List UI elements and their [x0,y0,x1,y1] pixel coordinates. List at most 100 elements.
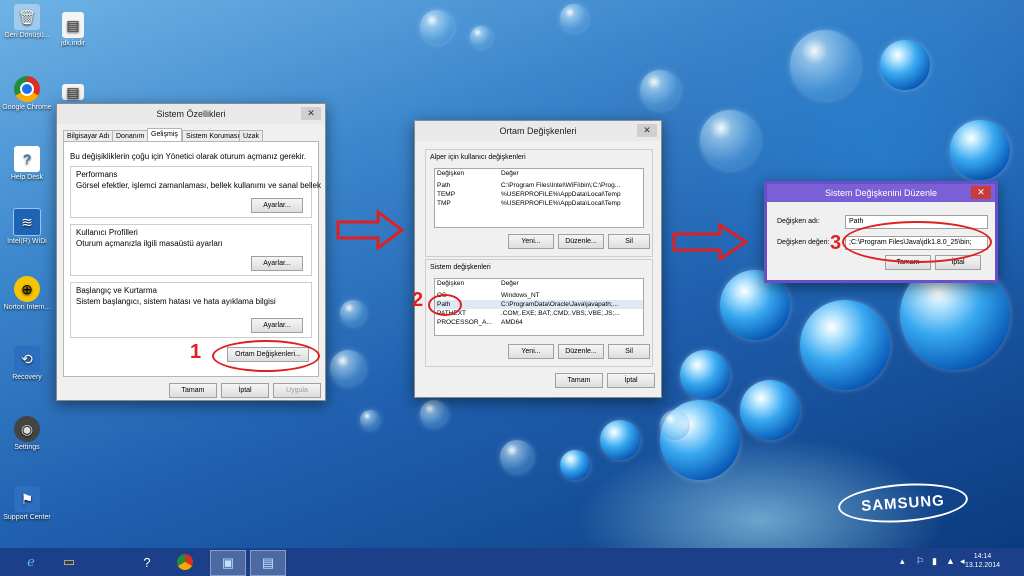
system-icon[interactable]: ▣ [210,550,246,576]
cancel-button[interactable]: İptal [607,373,655,388]
bubble-decoration [420,10,454,44]
var-value: .COM;.EXE;.BAT;.CMD;.VBS;.VBE;.JS;... [501,310,620,317]
bubble-decoration [640,70,680,110]
titlebar[interactable]: Sistem Özellikleri ✕ [57,104,325,124]
volume-icon[interactable]: ◂ [960,556,965,567]
desktop-icon-recovery[interactable]: ⟲ Recovery [2,346,52,382]
list-header: Değişken Değer [435,169,643,178]
environment-variables-window: Ortam Değişkenleri ✕ Alper için kullanıc… [414,120,662,398]
desktop-icon-norton[interactable]: ⊕ Norton Intern... [2,276,52,312]
bubble-decoration [700,110,760,170]
bubble-decoration [360,410,380,430]
system-edit-button[interactable]: Düzenle... [558,344,604,359]
desktop-icon-chrome[interactable]: Google Chrome [2,76,52,112]
system-new-button[interactable]: Yeni... [508,344,554,359]
norton-icon: ⊕ [14,276,40,302]
column-header-value[interactable]: Değer [501,279,643,288]
desktop-icon-recycle-bin[interactable]: 🗑 Geri Dönüşü... [2,4,52,40]
var-value: Windows_NT [501,292,540,299]
bubble-decoration [420,400,448,428]
titlebar[interactable]: Sistem Değişkenini Düzenle ✕ [767,184,995,202]
chrome-icon[interactable] [168,550,202,574]
annotation-number-3: 3 [830,232,842,254]
startup-settings-button[interactable]: Ayarlar... [251,318,303,333]
group-title: Alper için kullanıcı değişkenleri [430,154,526,161]
desktop-icon-label: Recovery [12,374,42,381]
close-button[interactable]: ✕ [637,124,657,137]
bubble-decoration [880,40,930,90]
user-new-button[interactable]: Yeni... [508,234,554,249]
cancel-button[interactable]: İptal [221,383,269,398]
close-button[interactable]: ✕ [301,107,321,120]
list-item[interactable]: TEMP %USERPROFILE%\AppData\Local\Temp [435,190,643,199]
samsung-logo: SAMSUNG [836,479,970,527]
flag-icon[interactable]: ⚐ [916,556,924,567]
active-window-icon[interactable]: ▤ [250,550,286,576]
titlebar[interactable]: Ortam Değişkenleri ✕ [415,121,661,141]
desktop-icon-widi[interactable]: ≋ Intel(R) WiDi [2,208,52,246]
system-delete-button[interactable]: Sil [608,344,650,359]
bubble-decoration [740,380,800,440]
user-variables-list[interactable]: Değişken Değer Path C:\Program Files\Int… [434,168,644,228]
annotation-number-2: 2 [412,289,424,311]
desktop-icon-label: Geri Dönüşü... [4,32,50,39]
bubble-decoration [950,120,1010,180]
desktop-icon-help-desk[interactable]: ? Help Desk [2,146,52,182]
column-header-variable[interactable]: Değişken [435,169,501,178]
window-title: Sistem Özellikleri [156,109,226,119]
apply-button[interactable]: Uygula [273,383,321,398]
desktop-icon-label: Google Chrome [2,104,52,111]
clock-date: 13.12.2014 [964,562,1000,569]
ie-icon[interactable]: ℯ [14,550,48,574]
bubble-decoration [790,30,860,100]
column-header-value[interactable]: Değer [501,169,643,178]
user-edit-button[interactable]: Düzenle... [558,234,604,249]
bubble-decoration [660,410,690,440]
performance-settings-button[interactable]: Ayarlar... [251,198,303,213]
red-arrow-icon [336,209,405,251]
list-item[interactable]: OS Windows_NT [435,291,643,300]
list-item[interactable]: PROCESSOR_A... AMD64 [435,318,643,327]
ok-button[interactable]: Tamam [169,383,217,398]
close-button[interactable]: ✕ [971,186,991,199]
clock[interactable]: 14:14 13.12.2014 [965,552,1000,570]
tray-chevron-icon[interactable]: ▴ [900,556,905,567]
list-item[interactable]: Path C:\Program Files\Intel\WiFi\bin\;C:… [435,181,643,190]
battery-icon[interactable]: ▮ [932,556,937,567]
window-title: Ortam Değişkenleri [499,126,577,136]
desktop-icon-file[interactable]: ▤ [48,84,98,102]
window-title: Sistem Değişkenini Düzenle [824,188,938,198]
list-header: Değişken Değer [435,279,643,288]
taskbar: ℯ ▭ ? ▣ ▤ ▴ ⚐ ▮ ▲ ◂ 14:14 13.12.2014 [0,548,1024,576]
explorer-icon[interactable]: ▭ [52,550,86,574]
user-profiles-group: Kullanıcı Profilleri Oturum açmanızla il… [70,224,312,276]
group-title: Başlangıç ve Kurtarma [76,286,157,295]
desktop-icon-label: Help Desk [10,174,44,181]
var-value: %USERPROFILE%\AppData\Local\Temp [501,191,621,198]
system-variables-group: Sistem değişkenleri Değişken Değer OS Wi… [425,259,653,367]
desktop-icon-support[interactable]: ⚑ Support Center [2,486,52,522]
list-item-selected[interactable]: Path C:\ProgramData\Oracle\Java\javapath… [435,300,643,309]
performance-group: Performans Görsel efektler, işlemci zama… [70,166,321,218]
var-name: TMP [437,200,451,207]
clock-time: 14:14 [973,553,992,560]
system-variables-list[interactable]: Değişken Değer OS Windows_NT Path C:\Pro… [434,278,644,336]
variable-name-label: Değişken adı: [777,218,820,225]
ok-button[interactable]: Tamam [555,373,603,388]
desktop-icon-label: Support Center [3,514,51,521]
user-delete-button[interactable]: Sil [608,234,650,249]
tab-advanced[interactable]: Gelişmiş [147,128,182,142]
help-icon[interactable]: ? [130,550,164,574]
list-item[interactable]: TMP %USERPROFILE%\AppData\Local\Temp [435,199,643,208]
widi-icon: ≋ [13,208,41,236]
file-icon: ▤ [62,84,84,100]
column-header-variable[interactable]: Değişken [435,279,501,288]
var-name: TEMP [437,191,456,198]
desktop-icon-settings[interactable]: ◉ Settings [2,416,52,452]
desktop-icon-jdk[interactable]: ▤ jdk.indir [48,12,98,48]
network-icon[interactable]: ▲ [946,556,955,566]
profiles-settings-button[interactable]: Ayarlar... [251,256,303,271]
list-item[interactable]: PATHEXT .COM;.EXE;.BAT;.CMD;.VBS;.VBE;.J… [435,309,643,318]
bubble-decoration [680,350,730,400]
desktop-icon-label: Intel(R) WiDi [7,238,47,245]
